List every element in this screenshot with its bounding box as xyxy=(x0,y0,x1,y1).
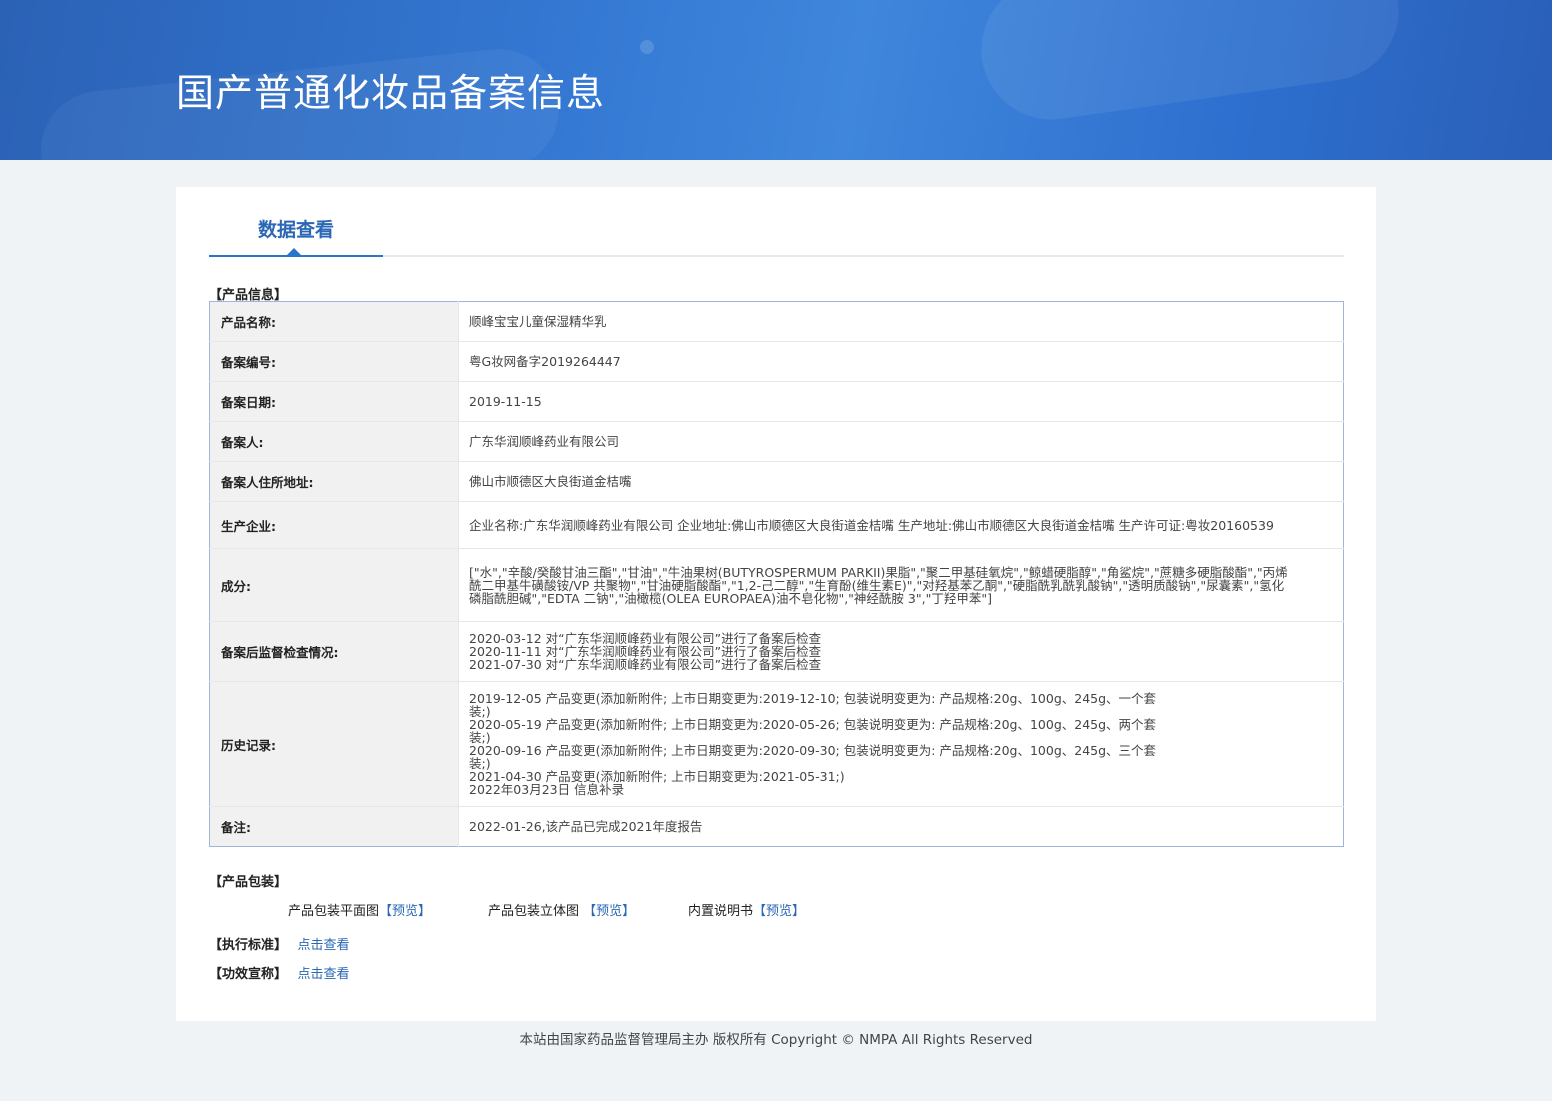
table-row: 历史记录: 2019-12-05 产品变更(添加新附件; 上市日期变更为:201… xyxy=(209,681,1344,807)
row-label: 备案日期: xyxy=(209,381,459,422)
banner-decoration xyxy=(640,40,654,54)
row-label: 备案编号: xyxy=(209,341,459,382)
row-value: 广东华润顺峰药业有限公司 xyxy=(458,421,1344,462)
row-value: 佛山市顺德区大良街道金桔嘴 xyxy=(458,461,1344,502)
tab-data-view[interactable]: 数据查看 xyxy=(209,187,383,257)
row-value: 顺峰宝宝儿童保湿精华乳 xyxy=(469,314,607,329)
row-label: 备注: xyxy=(209,806,459,847)
row-value: 粤G妆网备字2019264447 xyxy=(458,341,1344,382)
row-value: ["水","辛酸/癸酸甘油三酯","甘油","牛油果树(BUTYROSPERMU… xyxy=(458,548,1344,622)
packaging-item-label: 产品包装立体图 xyxy=(488,904,580,919)
packaging-item: 产品包装平面图【预览】 xyxy=(288,900,431,919)
history-record: 2019-12-05 产品变更(添加新附件; 上市日期变更为:2019-12-1… xyxy=(469,691,1157,719)
row-label: 成分: xyxy=(209,548,459,622)
inspection-record: 2021-07-30 对“广东华润顺峰药业有限公司”进行了备案后检查 xyxy=(469,657,822,672)
section-title-efficacy: 【功效宣称】 点击查看 xyxy=(209,963,350,982)
tab-active-indicator xyxy=(287,248,301,255)
row-value: 企业名称:广东华润顺峰药业有限公司 企业地址:佛山市顺德区大良街道金桔嘴 生产地… xyxy=(458,501,1344,549)
row-label: 产品名称: xyxy=(209,301,459,342)
efficacy-view-link[interactable]: 点击查看 xyxy=(298,967,350,982)
row-label: 备案人: xyxy=(209,421,459,462)
packaging-item-label: 产品包装平面图 xyxy=(288,904,380,919)
product-info-table: 产品名称: 顺峰宝宝儿童保湿精华乳 备案编号: 粤G妆网备字2019264447… xyxy=(209,301,1344,847)
tab-bar: 数据查看 xyxy=(209,187,1344,257)
preview-link[interactable]: 【预览】 xyxy=(379,904,431,919)
row-label: 备案人住所地址: xyxy=(209,461,459,502)
row-value: 2019-11-15 xyxy=(458,381,1344,422)
content-card: 数据查看 【产品信息】 产品名称: 顺峰宝宝儿童保湿精华乳 备案编号: 粤G妆网… xyxy=(176,187,1376,1021)
history-record: 2022年03月23日 信息补录 xyxy=(469,782,625,797)
history-record: 2020-05-19 产品变更(添加新附件; 上市日期变更为:2020-05-2… xyxy=(469,717,1157,745)
table-row: 备案日期: 2019-11-15 xyxy=(209,381,1344,422)
row-value: 2022-01-26,该产品已完成2021年度报告 xyxy=(458,806,1344,847)
packaging-item-label: 内置说明书 xyxy=(688,904,754,919)
row-label: 历史记录: xyxy=(209,681,459,807)
tab-label: 数据查看 xyxy=(257,219,334,241)
table-row: 备案人住所地址: 佛山市顺德区大良街道金桔嘴 xyxy=(209,461,1344,502)
table-row: 生产企业: 企业名称:广东华润顺峰药业有限公司 企业地址:佛山市顺德区大良街道金… xyxy=(209,501,1344,549)
table-row: 成分: ["水","辛酸/癸酸甘油三酯","甘油","牛油果树(BUTYROSP… xyxy=(209,548,1344,622)
table-row: 备案编号: 粤G妆网备字2019264447 xyxy=(209,341,1344,382)
preview-link[interactable]: 【预览】 xyxy=(753,904,805,919)
footer-copyright: 本站由国家药品监督管理局主办 版权所有 Copyright © NMPA All… xyxy=(519,1032,1033,1048)
row-value: 2019-12-05 产品变更(添加新附件; 上市日期变更为:2019-12-1… xyxy=(458,681,1344,807)
preview-link[interactable]: 【预览】 xyxy=(583,904,635,919)
row-label: 备案后监督检查情况: xyxy=(209,621,459,682)
standard-view-link[interactable]: 点击查看 xyxy=(298,938,350,953)
row-label: 生产企业: xyxy=(209,501,459,549)
section-title-packaging: 【产品包装】 xyxy=(209,875,288,890)
header-banner: 国产普通化妆品备案信息 xyxy=(0,0,1552,160)
history-record: 2020-09-16 产品变更(添加新附件; 上市日期变更为:2020-09-3… xyxy=(469,743,1157,771)
table-row: 备案人: 广东华润顺峰药业有限公司 xyxy=(209,421,1344,462)
banner-decoration xyxy=(972,0,1408,129)
row-value: 2020-03-12 对“广东华润顺峰药业有限公司”进行了备案后检查 2020-… xyxy=(458,621,1344,682)
table-row: 备案后监督检查情况: 2020-03-12 对“广东华润顺峰药业有限公司”进行了… xyxy=(209,621,1344,682)
packaging-item: 产品包装立体图 【预览】 xyxy=(488,900,635,919)
page-title: 国产普通化妆品备案信息 xyxy=(176,71,606,115)
table-row: 产品名称: 顺峰宝宝儿童保湿精华乳 xyxy=(209,301,1344,342)
standard-title: 【执行标准】 xyxy=(209,938,288,953)
table-row: 备注: 2022-01-26,该产品已完成2021年度报告 xyxy=(209,806,1344,847)
section-title-standard: 【执行标准】 点击查看 xyxy=(209,934,350,953)
efficacy-title: 【功效宣称】 xyxy=(209,967,288,982)
packaging-item: 内置说明书【预览】 xyxy=(688,900,805,919)
